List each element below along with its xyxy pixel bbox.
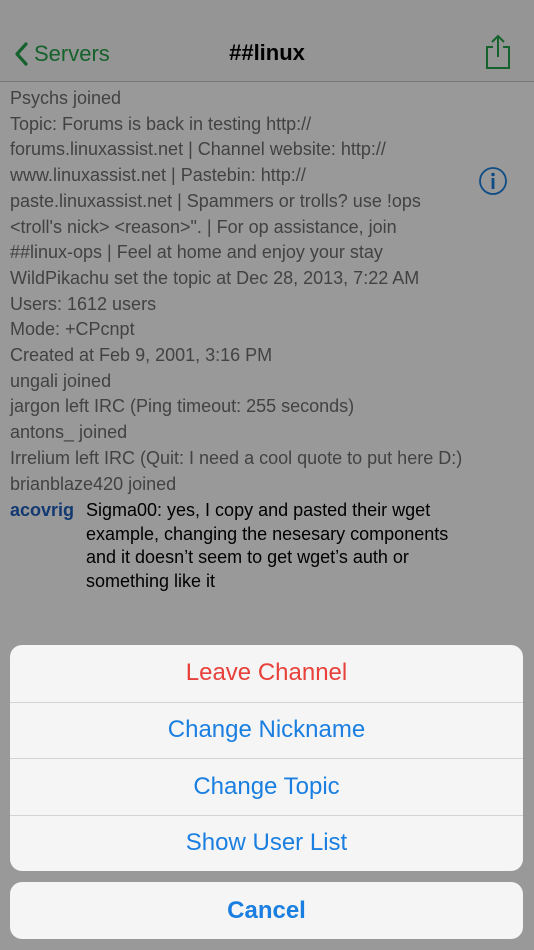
action-sheet: Leave Channel Change Nickname Change Top… xyxy=(10,645,523,871)
cancel-button[interactable]: Cancel xyxy=(10,882,523,939)
change-nickname-button[interactable]: Change Nickname xyxy=(10,701,523,759)
leave-channel-button[interactable]: Leave Channel xyxy=(10,645,523,702)
change-topic-button[interactable]: Change Topic xyxy=(10,758,523,815)
show-user-list-button[interactable]: Show User List xyxy=(10,814,523,872)
